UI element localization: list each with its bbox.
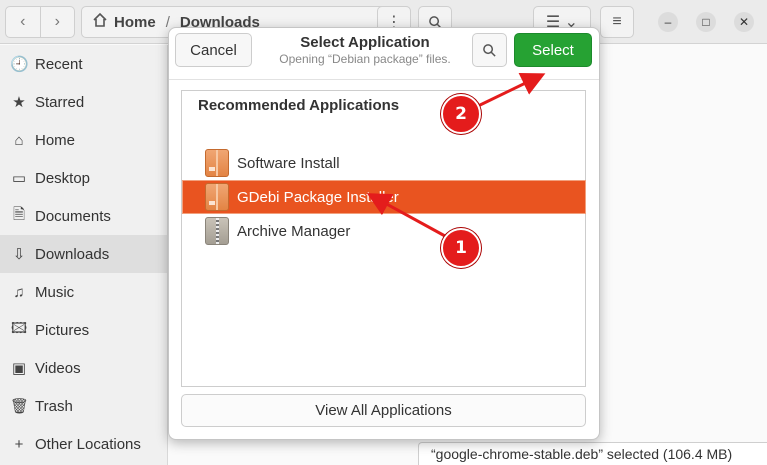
desktop-icon: ▭: [11, 170, 27, 187]
cancel-button[interactable]: Cancel: [175, 33, 252, 67]
sidebar-item-label: Pictures: [35, 321, 90, 339]
archive-manager-icon: [205, 217, 229, 245]
home-icon: [92, 12, 108, 32]
sidebar-item-label: Home: [35, 131, 76, 149]
back-button[interactable]: ‹: [6, 7, 41, 37]
view-all-applications-button[interactable]: View All Applications: [181, 394, 586, 427]
forward-button[interactable]: ›: [41, 7, 75, 37]
sidebar-item-label: Music: [35, 283, 75, 301]
app-name: Archive Manager: [237, 222, 351, 240]
dialog-search-button[interactable]: [472, 33, 507, 67]
sidebar-item-documents[interactable]: 🗎 Documents: [0, 197, 167, 235]
sidebar-item-label: Starred: [35, 93, 85, 111]
clock-icon: 🕘: [10, 56, 29, 73]
sidebar-item-trash[interactable]: 🗑 Trash: [0, 387, 167, 425]
app-row-software-install[interactable]: Software Install: [183, 147, 585, 179]
home-icon: ⌂: [14, 131, 24, 149]
dialog-title: Select Application: [300, 34, 430, 51]
trash-icon: 🗑: [10, 398, 30, 415]
close-icon[interactable]: ✕: [734, 12, 754, 32]
app-row-archive-manager[interactable]: Archive Manager: [183, 215, 585, 247]
minimize-icon[interactable]: –: [658, 12, 678, 32]
sidebar-item-videos[interactable]: ▣ Videos: [0, 349, 167, 387]
picture-icon: 🖾: [10, 319, 28, 337]
dialog-header: Cancel Select Application Opening “Debia…: [169, 28, 599, 80]
sidebar: 🕘 Recent ★ Starred ⌂ Home ▭ Desktop 🗎 Documents ⇩ D…: [0, 45, 168, 465]
document-icon: 🗎: [12, 205, 26, 223]
sidebar-item-downloads[interactable]: ⇩ Downloads: [0, 235, 167, 273]
music-icon: ♫: [13, 283, 25, 301]
select-application-dialog: Cancel Select Application Opening “Debia…: [168, 27, 600, 440]
download-icon: ⇩: [12, 246, 26, 263]
sidebar-item-label: Trash: [35, 397, 73, 415]
sidebar-item-label: Desktop: [35, 169, 91, 187]
dialog-subtitle: Opening “Debian package” files.: [279, 52, 451, 66]
sidebar-item-label: Downloads: [35, 245, 110, 263]
sidebar-item-starred[interactable]: ★ Starred: [0, 83, 167, 121]
main-menu-button[interactable]: ≡: [600, 6, 634, 38]
sidebar-item-other-locations[interactable]: + Other Locations: [0, 425, 167, 463]
sidebar-item-home[interactable]: ⌂ Home: [0, 121, 167, 159]
video-icon: ▣: [11, 360, 27, 377]
search-icon: [483, 43, 496, 57]
sidebar-item-desktop[interactable]: ▭ Desktop: [0, 159, 167, 197]
app-list: Recommended Applications Software Instal…: [181, 90, 586, 387]
software-install-icon: [205, 149, 229, 177]
status-bar: “google-chrome-stable.deb” selected (106…: [418, 442, 767, 465]
sidebar-item-pictures[interactable]: 🖾 Pictures: [0, 311, 167, 349]
select-button[interactable]: Select: [514, 33, 592, 67]
nav-buttons: ‹ ›: [5, 6, 75, 38]
sidebar-item-label: Documents: [35, 207, 111, 225]
maximize-icon[interactable]: □: [696, 12, 716, 32]
app-name: Software Install: [237, 154, 340, 172]
plus-icon: +: [14, 435, 24, 453]
app-name: GDebi Package Installer: [237, 188, 399, 206]
app-row-gdebi[interactable]: GDebi Package Installer: [182, 180, 586, 214]
star-icon: ★: [12, 94, 26, 111]
gdebi-icon: [205, 183, 229, 211]
list-heading: Recommended Applications: [198, 97, 400, 114]
sidebar-item-label: Other Locations: [35, 435, 141, 453]
sidebar-item-music[interactable]: ♫ Music: [0, 273, 167, 311]
annotation-badge-1: 1: [441, 228, 481, 268]
sidebar-item-recent[interactable]: 🕘 Recent: [0, 45, 167, 83]
sidebar-item-label: Recent: [35, 55, 83, 73]
path-home[interactable]: Home: [114, 14, 156, 31]
sidebar-item-label: Videos: [35, 359, 81, 377]
annotation-badge-2: 2: [441, 94, 481, 134]
